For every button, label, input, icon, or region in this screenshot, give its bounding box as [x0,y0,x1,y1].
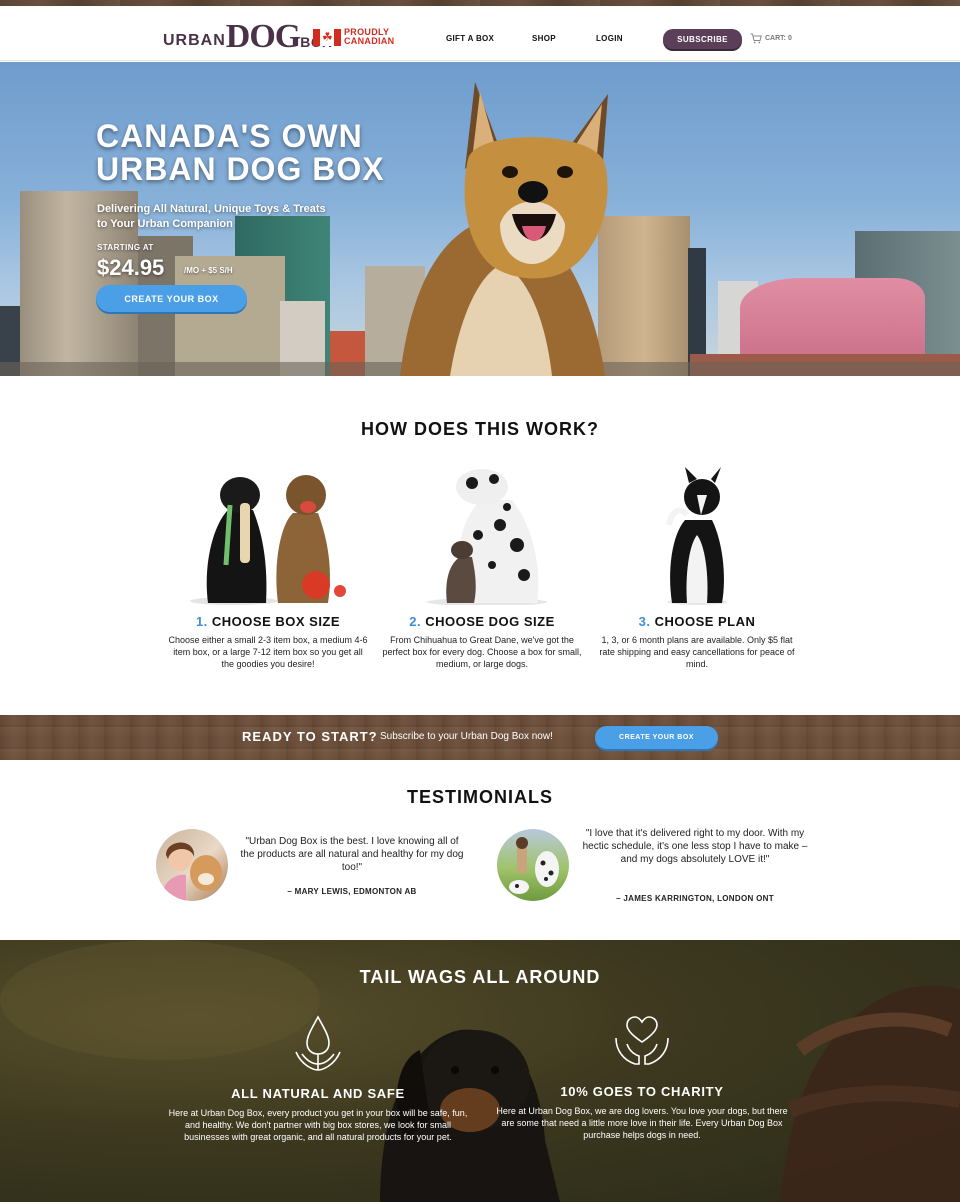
two-dogs-image [168,465,368,605]
hero-subtitle-line2: to Your Urban Companion [97,218,233,230]
feature-charity-title: 10% GOES TO CHARITY [560,1084,724,1099]
badge-line2: CANADIAN [344,36,395,46]
border-collie-illustration [666,467,727,605]
logo-urban-text: URBAN [163,32,226,49]
create-your-box-banner-button[interactable]: CREATE YOUR BOX [595,726,718,749]
feature-charity: 10% GOES TO CHARITY Here at Urban Dog Bo… [492,1016,792,1141]
step-2-title: 2. CHOOSE DOG SIZE [382,614,582,629]
proudly-canadian-badge: PROUDLY CANADIAN [313,28,394,46]
cart-link[interactable]: CART: 0 [750,33,792,44]
nav-login[interactable]: LOGIN [596,34,623,43]
hero-dog-image [400,82,608,376]
logo-dog-text: DOG [225,18,301,56]
cart-label: CART: 0 [765,35,792,42]
heart-hands-icon [615,1016,669,1065]
great-dane-illustration [427,469,547,606]
testimonial-quote-james: "I love that it's delivered right to my … [582,828,808,865]
testimonial-quote-mary: "Urban Dog Box is the best. I love knowi… [240,836,464,873]
ready-to-start-banner: READY TO START? Subscribe to your Urban … [0,715,960,760]
hero-title-line2: URBAN DOG BOX [96,151,385,187]
ready-to-start-heading: READY TO START? [242,729,378,744]
hero-title: CANADA'S OWN URBAN DOG BOX [96,120,385,186]
nav-shop[interactable]: SHOP [532,34,556,43]
great-dane-chihuahua-image [382,465,582,606]
tail-wags-section: TAIL WAGS ALL AROUND ALL NATURAL AND SAF… [0,940,960,1202]
step-3-number: 3. [638,614,651,629]
step-1-description: Choose either a small 2-3 item box, a me… [168,635,368,669]
starting-at-label: STARTING AT [97,243,154,252]
step-2-description: From Chihuahua to Great Dane, we've got … [382,635,582,669]
proudly-canadian-text: PROUDLY CANADIAN [344,28,394,46]
feature-all-natural-title: ALL NATURAL AND SAFE [231,1086,405,1101]
two-dogs-illustration [190,475,346,605]
testimonial-avatar-mary [156,829,228,901]
testimonial-author-mary: – MARY LEWIS, EDMONTON AB [287,887,417,896]
step-1-title-text: CHOOSE BOX SIZE [211,614,341,629]
step-1-number: 1. [195,614,208,629]
feature-all-natural-text: Here at Urban Dog Box, every product you… [168,1108,468,1142]
site-logo[interactable]: URBAN DOG BOX [163,16,332,56]
nav-gift-a-box[interactable]: GIFT A BOX [446,34,494,43]
water-drop-leaf-icon [295,1015,341,1071]
man-with-dalmatians-avatar-icon [509,837,559,894]
testimonial-avatar-james [497,829,569,901]
hero-subtitle: Delivering All Natural, Unique Toys & Tr… [97,202,357,232]
step-2-number: 2. [409,614,422,629]
tail-wags-title: TAIL WAGS ALL AROUND [359,967,601,987]
create-your-box-button[interactable]: CREATE YOUR BOX [96,285,247,312]
step-1-title: 1. CHOOSE BOX SIZE [168,614,368,629]
hero-price-suffix: /MO + $5 S/H [184,266,233,275]
step-3: 3. CHOOSE PLAN 1, 3, or 6 month plans ar… [597,465,797,670]
feature-all-natural: ALL NATURAL AND SAFE Here at Urban Dog B… [168,1014,468,1143]
hero-banner: CANADA'S OWN URBAN DOG BOX Delivering Al… [0,62,960,376]
testimonials-title: TESTIMONIALS [407,787,553,807]
woman-with-dog-avatar-icon [160,842,222,901]
hero-title-line1: CANADA'S OWN [96,118,363,154]
canada-flag-icon [313,28,341,46]
subscribe-button[interactable]: SUBSCRIBE [663,29,742,49]
how-it-works-title: HOW DOES THIS WORK? [361,419,599,439]
hero-subtitle-line1: Delivering All Natural, Unique Toys & Tr… [97,203,326,215]
step-1: 1. CHOOSE BOX SIZE Choose either a small… [168,465,368,670]
step-2: 2. CHOOSE DOG SIZE From Chihuahua to Gre… [382,465,582,670]
cart-icon [750,33,762,44]
border-collie-image [597,465,797,605]
hero-price: $24.95 [97,255,165,280]
site-header: URBAN DOG BOX PROUDLY CANADIAN GIFT A BO… [0,6,960,61]
step-3-description: 1, 3, or 6 month plans are available. On… [599,635,795,669]
ready-to-start-text: Subscribe to your Urban Dog Box now! [380,731,553,742]
feature-charity-text: Here at Urban Dog Box, we are dog lovers… [496,1106,788,1140]
step-2-title-text: CHOOSE DOG SIZE [425,614,555,629]
step-3-title-text: CHOOSE PLAN [654,614,756,629]
testimonial-author-james: – JAMES KARRINGTON, LONDON ONT [616,894,774,903]
step-3-title: 3. CHOOSE PLAN [597,614,797,629]
